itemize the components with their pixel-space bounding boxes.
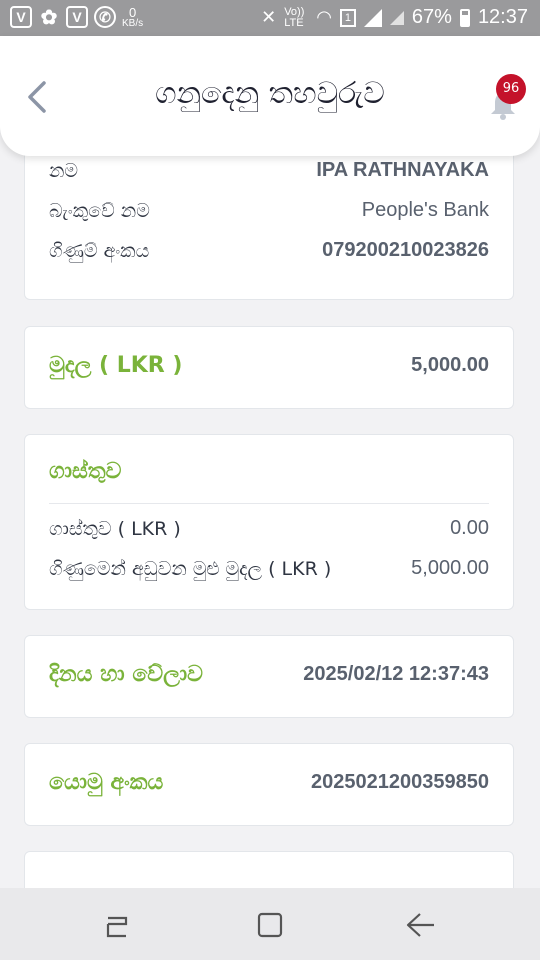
fee-heading-row: ගාස්තුව (49, 459, 489, 484)
fee-card: ගාස්තුව ගාස්තුව ( LKR ) 0.00 ගිණුමෙන් අඩ… (24, 434, 514, 610)
v-app-icon-2: V (66, 6, 88, 28)
grid-app-icon: ✿ (40, 6, 58, 29)
name-value: IPA RATHNAYAKA (316, 159, 489, 181)
fee-value: 0.00 (450, 517, 489, 539)
signal-icon-2 (389, 10, 404, 25)
account-number-value: 079200210023826 (322, 239, 489, 261)
reference-card: යොමු අංකය 2025021200359850 (24, 743, 514, 826)
fee-row: ගාස්තුව ( LKR ) 0.00 (49, 517, 489, 540)
home-button[interactable] (250, 908, 290, 944)
mute-icon: ✕ (261, 7, 277, 27)
status-bar-right: ✕ Vo)) LTE ◠ 1 67% 12:37 (261, 6, 528, 29)
battery-percent: 67% (411, 6, 452, 28)
back-arrow-icon (406, 913, 434, 937)
whatsapp-icon: ✆ (94, 6, 116, 28)
back-nav-button[interactable] (402, 908, 442, 944)
app-header: ගනුදෙනු තහවුරුව 96 (0, 36, 540, 156)
datetime-card: දිනය හා වේලාව 2025/02/12 12:37:43 (24, 635, 514, 718)
bank-label: බැංකුවේ නම (49, 199, 150, 222)
name-row: නම IPA RATHNAYAKA (49, 159, 489, 182)
total-value: 5,000.00 (411, 557, 489, 579)
amount-label: මුදල ( LKR ) (49, 353, 183, 378)
amount-row: මුදල ( LKR ) 5,000.00 (49, 353, 489, 378)
battery-icon (459, 8, 470, 27)
fee-divider (49, 503, 489, 504)
home-icon (257, 912, 283, 938)
wifi-icon: ◠ (316, 7, 332, 27)
recents-button[interactable] (96, 908, 136, 944)
recents-icon (106, 916, 128, 938)
sim-icon: 1 (339, 8, 356, 27)
status-bar-left: V ✿ V ✆ 0 KB/s (10, 6, 144, 29)
total-row: ගිණුමෙන් අඩුවන මුළු මුදල ( LKR ) 5,000.0… (49, 557, 489, 580)
bank-value: People's Bank (361, 199, 489, 221)
account-row: ගිණුම් අංකය 079200210023826 (49, 239, 489, 262)
datetime-row: දිනය හා වේලාව 2025/02/12 12:37:43 (49, 662, 489, 687)
datetime-label: දිනය හා වේලාව (49, 662, 203, 687)
bank-row: බැංකුවේ නම People's Bank (49, 199, 489, 222)
page-title: ගනුදෙනු තහවුරුව (155, 76, 385, 111)
signal-icon (363, 8, 382, 27)
reference-label: යොමු අංකය (49, 770, 164, 795)
confirmation-content[interactable]: නම IPA RATHNAYAKA බැංකුවේ නම People's Ba… (0, 150, 540, 888)
amount-card: මුදල ( LKR ) 5,000.00 (24, 326, 514, 409)
system-nav-bar (0, 888, 540, 960)
v-app-icon: V (10, 6, 32, 28)
amount-value: 5,000.00 (411, 354, 489, 376)
fee-label: ගාස්තුව ( LKR ) (49, 517, 181, 540)
account-number-label: ගිණුම් අංකය (49, 239, 150, 262)
account-details-card: නම IPA RATHNAYAKA බැංකුවේ නම People's Ba… (24, 150, 514, 300)
notification-badge: 96 (496, 74, 526, 104)
reference-row: යොමු අංකය 2025021200359850 (49, 770, 489, 795)
volte-icon: Vo)) LTE (284, 5, 305, 29)
status-bar: V ✿ V ✆ 0 KB/s ✕ Vo)) LTE ◠ 1 67% 12:37 (0, 0, 540, 36)
total-label: ගිණුමෙන් අඩුවන මුළු මුදල ( LKR ) (49, 557, 332, 580)
reference-value: 2025021200359850 (311, 771, 489, 793)
clock: 12:37 (477, 6, 528, 28)
name-label: නම (49, 159, 79, 182)
fee-heading: ගාස්තුව (49, 459, 122, 484)
next-card-partial (24, 851, 514, 888)
datetime-value: 2025/02/12 12:37:43 (303, 663, 489, 685)
net-speed: 0 KB/s (122, 6, 144, 29)
net-speed-unit: KB/s (122, 18, 144, 29)
